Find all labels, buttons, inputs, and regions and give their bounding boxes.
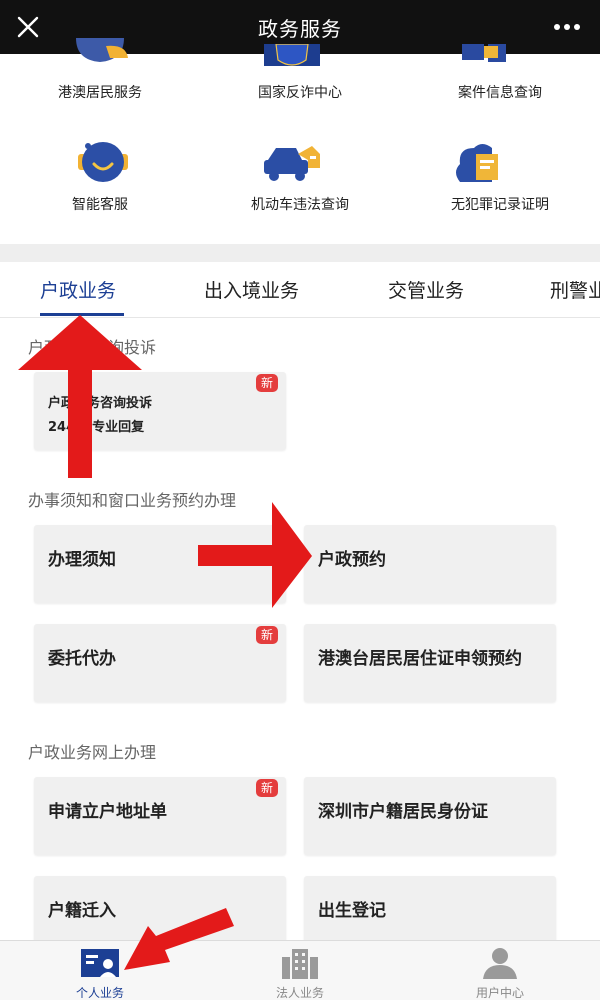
new-badge: 新 <box>255 374 278 392</box>
nav-label: 个人业务 <box>75 986 124 1000</box>
card-title: 办理须知 <box>48 550 116 570</box>
card-subtitle: 24小时专业回复 <box>48 420 145 435</box>
service-label: 无犯罪记录证明 <box>451 197 549 213</box>
close-icon[interactable] <box>14 13 42 41</box>
service-label: 国家反诈中心 <box>258 85 342 101</box>
passport-person-icon <box>76 38 128 62</box>
new-badge: 新 <box>255 779 278 797</box>
more-icon[interactable] <box>552 14 582 40</box>
tab-criminal-police[interactable]: 刑警业 <box>550 276 600 303</box>
new-badge: 新 <box>255 626 278 644</box>
bottom-nav: 个人业务 法人业务 用户中心 <box>0 940 600 1000</box>
service-hk-macau-residents[interactable]: 港澳居民服务 <box>0 38 200 114</box>
card-proxy-handling[interactable]: 委托代办 新 <box>34 624 286 702</box>
service-label: 案件信息查询 <box>458 85 542 101</box>
service-no-crime-certificate[interactable]: 无犯罪记录证明 <box>400 140 600 220</box>
card-title: 户政预约 <box>318 550 386 570</box>
police-badge-icon <box>264 44 320 66</box>
nav-label: 法人业务 <box>275 986 324 1000</box>
service-vehicle-violation[interactable]: 机动车违法查询 <box>200 140 400 220</box>
card-title: 户籍迁入 <box>48 901 116 921</box>
card-title: 申请立户地址单 <box>48 802 167 822</box>
certificate-icon <box>456 144 498 182</box>
service-anti-fraud-center[interactable]: 国家反诈中心 <box>200 44 400 114</box>
nav-user-center[interactable]: 用户中心 <box>400 941 600 1000</box>
section-title: 户政业务网上办理 <box>28 743 157 762</box>
card-consult-complaint[interactable]: 户政业务咨询投诉 24小时专业回复 新 <box>34 372 286 450</box>
category-tabs: 户政业务 出入境业务 交管业务 刑警业 <box>0 262 600 318</box>
page-title: 政务服务 <box>258 16 342 41</box>
tab-traffic-management[interactable]: 交管业务 <box>388 276 464 303</box>
section-title: 户政业务咨询投诉 <box>28 338 157 357</box>
card-guidelines[interactable]: 办理须知 <box>34 525 286 603</box>
building-icon <box>282 949 318 979</box>
section-title: 办事须知和窗口业务预约办理 <box>28 491 237 510</box>
nav-label: 用户中心 <box>475 986 524 1000</box>
card-title: 港澳台居民居住证申领预约 <box>318 649 522 669</box>
service-label: 港澳居民服务 <box>58 85 142 101</box>
tab-household-registration[interactable]: 户政业务 <box>40 276 116 303</box>
card-title: 出生登记 <box>318 901 386 921</box>
service-case-inquiry[interactable]: 案件信息查询 <box>400 44 600 114</box>
service-label: 机动车违法查询 <box>251 197 349 213</box>
section-divider <box>0 244 600 262</box>
card-id-card[interactable]: 深圳市户籍居民身份证 <box>304 777 556 855</box>
card-title: 委托代办 <box>48 649 116 669</box>
nav-legal-entity-business[interactable]: 法人业务 <box>200 941 400 1000</box>
card-address-form[interactable]: 申请立户地址单 新 <box>34 777 286 855</box>
service-label: 智能客服 <box>72 197 128 213</box>
service-smart-assistant[interactable]: 智能客服 <box>0 140 200 220</box>
personal-card-icon <box>81 949 119 977</box>
card-household-appointment[interactable]: 户政预约 <box>304 525 556 603</box>
card-title: 深圳市户籍居民身份证 <box>318 802 488 822</box>
service-grid: 港澳居民服务 国家反诈中心 案件信息查询 智能客服 机动车违法查询 无犯罪记录证… <box>0 38 600 244</box>
page: 政务服务 港澳居民服务 国家反诈中心 案件信息查询 智能客服 机动车违法查询 无… <box>0 0 600 1000</box>
active-tab-indicator <box>40 313 124 316</box>
car-violation-icon <box>264 146 320 181</box>
user-icon <box>483 948 517 979</box>
robot-service-icon <box>78 142 128 182</box>
tab-entry-exit[interactable]: 出入境业务 <box>204 276 299 303</box>
card-title: 户政业务咨询投诉 <box>48 396 153 411</box>
case-folder-icon <box>462 44 506 62</box>
nav-personal-business[interactable]: 个人业务 <box>0 941 200 1000</box>
card-residence-permit-appointment[interactable]: 港澳台居民居住证申领预约 <box>304 624 556 702</box>
